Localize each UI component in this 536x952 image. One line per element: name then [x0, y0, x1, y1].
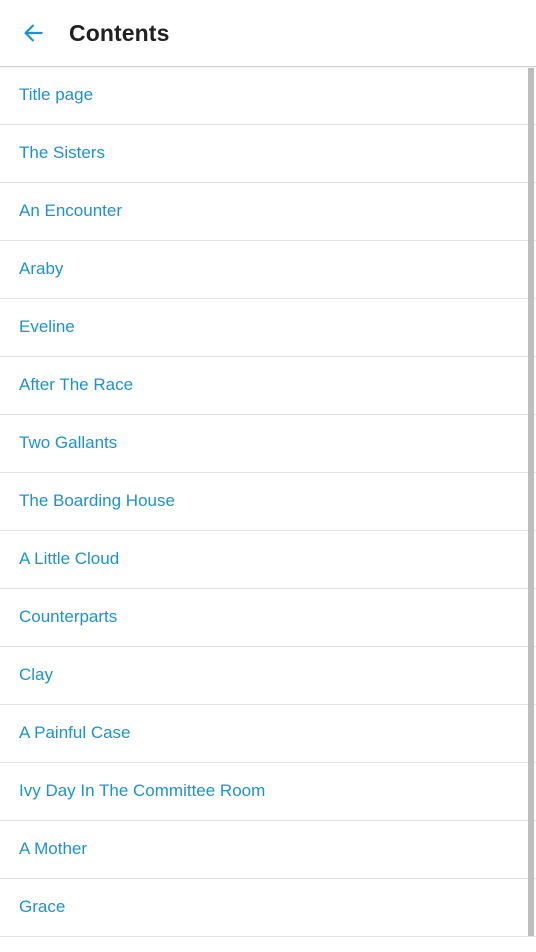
list-item[interactable]: Title page: [0, 66, 536, 125]
contents-screen: Contents Title page The Sisters An Encount…: [0, 0, 536, 952]
list-item[interactable]: Two Gallants: [0, 415, 536, 473]
list-item-label: Two Gallants: [19, 433, 118, 453]
arrow-left-icon: [20, 20, 46, 46]
list-item[interactable]: A Little Cloud: [0, 531, 536, 589]
contents-list: Title page The Sisters An Encounter Araby Ev…: [0, 66, 536, 937]
list-item[interactable]: After The Race: [0, 357, 536, 415]
list-item-label: Ivy Day In The Committee Room: [19, 781, 266, 801]
list-item[interactable]: Eveline: [0, 299, 536, 357]
list-item-label: Eveline: [19, 317, 75, 337]
list-item-label: Clay: [19, 665, 54, 685]
list-item[interactable]: Grace: [0, 879, 536, 937]
list-item-label: A Little Cloud: [19, 549, 120, 569]
list-item-label: A Mother: [19, 839, 88, 859]
app-bar: Contents: [0, 0, 536, 66]
list-item-label: Grace: [19, 897, 66, 917]
list-item-label: Title page: [19, 85, 94, 105]
list-item[interactable]: A Painful Case: [0, 705, 536, 763]
scrollbar-track[interactable]: [528, 66, 536, 952]
list-item[interactable]: A Mother: [0, 821, 536, 879]
list-item[interactable]: Counterparts: [0, 589, 536, 647]
list-item[interactable]: The Sisters: [0, 125, 536, 183]
list-item-label: After The Race: [19, 375, 134, 395]
scrollbar-thumb[interactable]: [528, 68, 534, 936]
back-button[interactable]: [9, 9, 57, 57]
page-title: Contents: [69, 19, 170, 46]
list-item-label: The Boarding House: [19, 491, 175, 511]
list-item[interactable]: An Encounter: [0, 183, 536, 241]
list-item-label: Counterparts: [19, 607, 118, 627]
list-item-label: The Sisters: [19, 143, 105, 163]
list-item-label: A Painful Case: [19, 723, 131, 743]
list-item[interactable]: Ivy Day In The Committee Room: [0, 763, 536, 821]
list-item-label: Araby: [19, 259, 64, 279]
list-item[interactable]: Araby: [0, 241, 536, 299]
list-item[interactable]: Clay: [0, 647, 536, 705]
list-item-label: An Encounter: [19, 201, 123, 221]
list-item[interactable]: The Boarding House: [0, 473, 536, 531]
contents-list-viewport: Title page The Sisters An Encounter Araby Ev…: [0, 66, 536, 952]
